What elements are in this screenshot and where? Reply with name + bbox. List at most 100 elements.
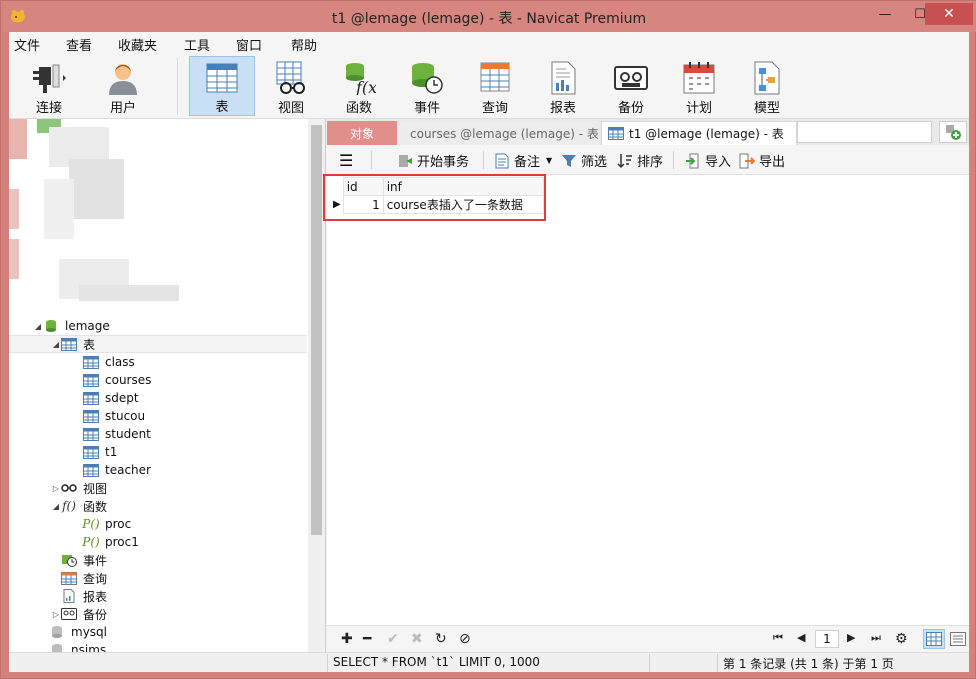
table-icon [608,127,624,140]
blurred-region [9,239,19,279]
tab-courses[interactable]: courses @lemage (lemage) - 表 [399,121,599,145]
collapse-arrow-icon[interactable]: ◢ [51,340,61,349]
toolbar-event-button[interactable]: 事件 [394,56,460,116]
prev-page-icon[interactable]: ◀ [797,631,805,644]
toolbar-view-button[interactable]: 视图 [258,56,324,116]
tree-db-mysql[interactable]: mysql [49,623,107,641]
app-window: t1 @lemage (lemage) - 表 - Navicat Premiu… [0,0,976,679]
sort-icon [617,153,633,169]
button-label: 筛选 [581,155,608,170]
apply-changes-button[interactable]: ✔ [387,631,399,647]
table-toolbar: ☰ 开始事务 备注 ▼ 筛选 排序 导入 导出 [327,145,969,175]
toolbar-function-button[interactable]: f(x) 函数 [326,56,392,116]
tree-table-item[interactable]: class [83,353,135,371]
import-icon [685,153,701,169]
toolbar-query-label: 查询 [481,101,508,116]
collapse-arrow-icon[interactable]: ◢ [33,322,43,331]
memo-button[interactable]: 备注 ▼ [494,151,552,170]
window-content: 文件 查看 收藏夹 工具 窗口 帮助 连接 用户 表 视图 f(函数 事件 查… [9,32,969,672]
toolbar-user-button[interactable]: 用户 [90,56,156,116]
tree-table-item[interactable]: stucou [83,407,145,425]
discard-changes-button[interactable]: ✖ [411,631,423,647]
grid-view-icon [926,632,942,646]
title-bar: t1 @lemage (lemage) - 表 - Navicat Premiu… [1,1,976,32]
settings-gear-icon[interactable]: ⚙ [895,631,908,647]
form-view-button[interactable] [947,629,969,649]
button-label: 开始事务 [417,155,470,170]
toolbar-table-button[interactable]: 表 [189,56,255,116]
tree-reports-node[interactable]: 报表 [61,587,107,605]
stop-button[interactable]: ⊘ [459,631,471,647]
form-view-icon [950,632,966,646]
toolbar-connect-button[interactable]: 连接 [16,56,82,116]
sort-button[interactable]: 排序 [617,151,663,170]
tree-label: 视图 [83,481,108,496]
event-icon [407,60,447,95]
menu-file[interactable]: 文件 [14,35,40,54]
status-divider [649,654,650,672]
menu-window[interactable]: 窗口 [236,35,262,54]
first-page-icon[interactable]: ⏮ [773,631,783,645]
minimize-button[interactable]: — [865,1,905,27]
query-icon [475,60,515,95]
toolbar-backup-button[interactable]: 备份 [598,56,664,116]
toolbar-model-button[interactable]: 模型 [734,56,800,116]
menu-view[interactable]: 查看 [66,35,92,54]
toolbar-connect-label: 连接 [35,101,62,116]
expand-arrow-icon[interactable]: ▷ [51,610,61,619]
import-button[interactable]: 导入 [685,151,731,170]
tree-db-lemage[interactable]: ◢ lemage [33,317,110,335]
tree-table-item[interactable]: teacher [83,461,151,479]
tree-table-item[interactable]: t1 [83,443,117,461]
tree-table-item[interactable]: student [83,425,151,443]
tree-table-item[interactable]: courses [83,371,151,389]
toolbar-schedule-button[interactable]: 计划 [666,56,732,116]
menu-favorites[interactable]: 收藏夹 [118,35,157,54]
tree-label: courses [105,373,152,387]
tree-views-node[interactable]: ▷ 视图 [51,479,107,497]
add-object-icon [946,125,961,140]
tree-tables-node[interactable]: ◢ 表 [9,335,307,353]
add-record-button[interactable]: ✚ [341,631,353,647]
tree-table-item[interactable]: sdept [83,389,139,407]
filter-icon [561,153,577,169]
new-tab-button[interactable] [939,121,967,143]
blurred-region [44,179,74,239]
tree-function-item[interactable]: P() proc [82,515,131,533]
toolbar-query-button[interactable]: 查询 [462,56,528,116]
menu-tools[interactable]: 工具 [184,35,210,54]
tab-t1[interactable]: t1 @lemage (lemage) - 表 [601,121,797,145]
expand-arrow-icon[interactable]: ▷ [51,484,61,493]
last-page-icon[interactable]: ⏭ [871,631,881,645]
page-number-input[interactable]: 1 [815,630,839,648]
search-input[interactable] [797,121,932,143]
grid-view-button[interactable] [923,629,945,649]
close-button[interactable]: ✕ [925,3,973,25]
scrollbar-thumb[interactable] [311,125,322,535]
next-page-icon[interactable]: ▶ [847,631,855,644]
tab-objects[interactable]: 对象 [327,121,397,145]
status-bar: SELECT * FROM `t1` LIMIT 0, 1000 第 1 条记录… [9,652,969,672]
tree-function-item[interactable]: P() proc1 [82,533,139,551]
tree-events-node[interactable]: 事件 [61,551,107,569]
export-button[interactable]: 导出 [739,151,785,170]
collapse-arrow-icon[interactable]: ◢ [51,502,61,511]
window-title: t1 @lemage (lemage) - 表 - Navicat Premiu… [331,11,647,27]
tab-label: t1 @lemage (lemage) - 表 [629,127,784,141]
table-icon [83,355,99,369]
tree-backups-node[interactable]: ▷ 备份 [51,605,107,623]
tree-queries-node[interactable]: 查询 [61,569,107,587]
begin-transaction-button[interactable]: 开始事务 [397,151,469,170]
tree-label: class [105,355,135,369]
refresh-button[interactable]: ↻ [435,631,447,647]
toolbar-divider [371,151,372,169]
delete-record-button[interactable]: ━ [363,631,371,647]
toolbar-report-button[interactable]: 报表 [530,56,596,116]
tree-functions-node[interactable]: ◢ f() 函数 [51,497,107,515]
table-icon [83,463,99,477]
filter-button[interactable]: 筛选 [561,151,607,170]
menu-help[interactable]: 帮助 [291,35,317,54]
table-icon [61,337,77,351]
table-icon [83,409,99,423]
menu-hamburger-button[interactable]: ☰ [339,151,353,170]
